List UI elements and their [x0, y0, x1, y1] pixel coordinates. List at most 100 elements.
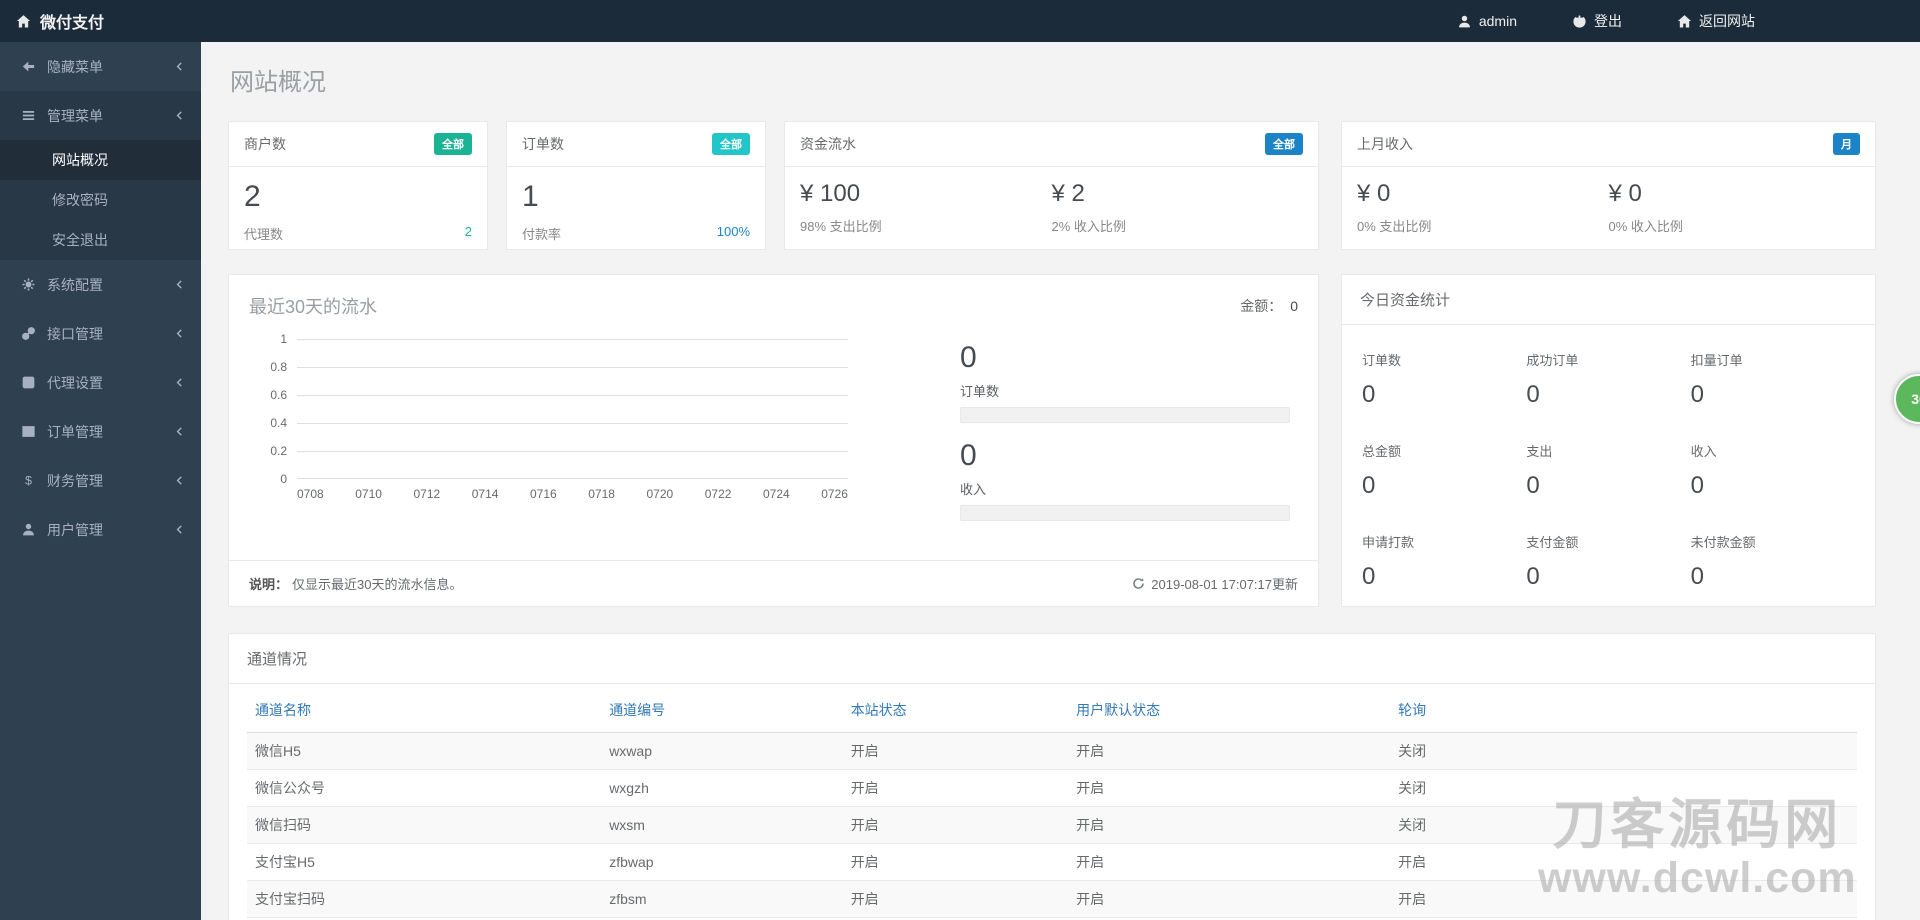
status-badge: 全部 — [434, 133, 472, 155]
home-icon — [1677, 14, 1692, 27]
sub-label: 代理数 — [244, 226, 284, 242]
sub-value: 2 — [464, 223, 472, 239]
cell-user-default-status: 开启 — [1068, 769, 1391, 807]
amount-label: 金额： — [1240, 298, 1283, 314]
status-badge: 全部 — [712, 133, 750, 155]
x-tick: 0724 — [763, 487, 790, 501]
stat-label: 未付款金额 — [1690, 535, 1756, 550]
sidebar-item-user-manage[interactable]: 用户管理 — [0, 505, 201, 554]
stat-cell: 订单数 0 — [1362, 333, 1526, 424]
sub-value: 100% — [716, 223, 750, 239]
orders-progress-bar — [960, 407, 1290, 423]
today-stats-panel: 今日资金统计 订单数 0 成功订单 0 扣量订单 0 总金额 0 支出 0 收入… — [1341, 274, 1876, 607]
sidebar-item-api-manage[interactable]: 接口管理 — [0, 309, 201, 358]
y-tick: 0.4 — [270, 416, 287, 430]
brand[interactable]: 微付支付 — [0, 9, 201, 33]
sidebar-item-hide-menu[interactable]: 隐藏菜单 — [0, 42, 201, 91]
sidebar-item-manage-menu[interactable]: 管理菜单 — [0, 91, 201, 140]
refresh-control[interactable]: 2019-08-01 17:07:17更新 — [1132, 574, 1298, 593]
refresh-icon — [1133, 578, 1145, 589]
sidebar-item-system-config[interactable]: 系统配置 — [0, 260, 201, 309]
cell-user-default-status: 开启 — [1068, 843, 1391, 881]
income-metric-value: 0 — [960, 439, 977, 472]
cell-channel-name: 支付宝H5 — [247, 843, 602, 881]
user-icon — [1458, 15, 1470, 27]
last-month-income-card: 上月收入 月 ¥ 0 0% 支出比例 ¥ 0 0% 收入比例 — [1341, 121, 1876, 250]
income-amount: ¥ 2 — [1051, 180, 1085, 207]
x-tick: 0718 — [588, 487, 615, 501]
back-to-site-label: 返回网站 — [1699, 13, 1755, 29]
page-title: 网站概况 — [230, 69, 326, 96]
income-amount: ¥ 0 — [1608, 180, 1642, 207]
card-title: 上月收入 — [1357, 136, 1413, 152]
amount-value: 0 — [1290, 298, 1298, 314]
channels-panel: 通道情况 通道名称 通道编号 本站状态 用户默认状态 轮询 微信H5 wxwap… — [228, 633, 1876, 920]
sidebar-item-label: 订单管理 — [47, 423, 103, 440]
cell-site-status: 开启 — [842, 732, 1069, 770]
cell-channel-code: zfbsm — [601, 880, 843, 918]
sidebar-subitem-site-overview[interactable]: 网站概况 — [0, 140, 201, 180]
funds-flow-card: 资金流水 全部 ¥ 100 98% 支出比例 ¥ 2 2% 收入比例 — [784, 121, 1319, 250]
username-label: admin — [1478, 13, 1517, 29]
y-tick: 0 — [280, 472, 287, 486]
note-label: 说明： — [249, 577, 289, 592]
stat-value: 0 — [1690, 381, 1705, 408]
sidebar-item-label: 隐藏菜单 — [47, 58, 103, 75]
flow-panel-title: 最近30天的流水 — [249, 297, 378, 317]
orders-metric-label: 订单数 — [960, 384, 1000, 399]
table-row: 微信H5 wxwap 开启 开启 关闭 — [247, 732, 1857, 770]
y-tick: 1 — [280, 332, 287, 346]
channels-table: 通道名称 通道编号 本站状态 用户默认状态 轮询 微信H5 wxwap 开启 开… — [247, 688, 1857, 920]
x-tick: 0722 — [704, 487, 732, 501]
chevron-left-icon — [174, 475, 185, 486]
back-to-site-button[interactable]: 返回网站 — [1677, 11, 1755, 31]
column-header-channel-name[interactable]: 通道名称 — [247, 688, 602, 733]
y-tick: 0.2 — [270, 444, 287, 458]
x-tick: 0714 — [471, 487, 499, 501]
card-title: 订单数 — [522, 136, 564, 152]
cell-polling: 关闭 — [1390, 732, 1857, 770]
sidebar-item-finance-manage[interactable]: $ 财务管理 — [0, 456, 201, 505]
stat-label: 订单数 — [1362, 353, 1402, 368]
sidebar-item-label: 代理设置 — [47, 374, 103, 391]
stat-cell: 申请打款 0 — [1362, 515, 1526, 606]
user-menu[interactable]: admin — [1457, 13, 1517, 29]
chevron-left-icon — [174, 279, 185, 290]
chart-y-axis: 1 0.8 0.6 0.4 0.2 0 — [253, 332, 297, 486]
stat-label: 总金额 — [1362, 444, 1402, 459]
stat-cell: 收入 0 — [1691, 424, 1855, 515]
x-tick: 0720 — [646, 487, 674, 501]
sidebar-group-manage: 管理菜单 网站概况 修改密码 安全退出 — [0, 91, 201, 260]
column-header-polling[interactable]: 轮询 — [1390, 688, 1857, 733]
x-tick: 0710 — [355, 487, 382, 501]
merchants-count: 2 — [244, 180, 261, 213]
sidebar-item-label: 管理菜单 — [47, 107, 103, 124]
chevron-left-icon — [174, 61, 185, 72]
sidebar-item-order-manage[interactable]: 订单管理 — [0, 407, 201, 456]
logout-button[interactable]: 登出 — [1572, 11, 1622, 31]
table-row: 微信公众号 wxgzh 开启 开启 关闭 — [247, 769, 1857, 807]
link-icon — [20, 326, 36, 341]
flow-panel: 最近30天的流水 金额： 0 1 0.8 0.6 0.4 0.2 0 0708 … — [228, 274, 1319, 607]
column-header-channel-code[interactable]: 通道编号 — [601, 688, 843, 733]
column-header-user-default-status[interactable]: 用户默认状态 — [1068, 688, 1391, 733]
stat-label: 扣量订单 — [1690, 353, 1743, 368]
subitem-label: 网站概况 — [52, 152, 108, 168]
y-tick: 0.8 — [270, 360, 287, 374]
status-badge: 全部 — [1265, 133, 1303, 155]
income-progress-bar — [960, 505, 1290, 521]
y-tick: 0.6 — [270, 388, 287, 402]
stat-label: 收入 — [1690, 444, 1717, 459]
flow-note: 说明： 仅显示最近30天的流水信息。 — [249, 574, 462, 593]
column-header-site-status[interactable]: 本站状态 — [842, 688, 1069, 733]
menu-icon — [20, 108, 36, 123]
sidebar-subitem-safe-exit[interactable]: 安全退出 — [0, 220, 201, 260]
cell-site-status: 开启 — [842, 769, 1069, 807]
table-row: 支付宝H5 zfbwap 开启 开启 开启 — [247, 843, 1857, 881]
sidebar-subitem-change-password[interactable]: 修改密码 — [0, 180, 201, 220]
sidebar-item-label: 系统配置 — [47, 276, 103, 293]
cell-channel-name: 微信H5 — [247, 732, 602, 770]
sidebar-item-label: 用户管理 — [47, 521, 103, 538]
main-content: 网站概况 商户数 全部 2 代理数 2 订单数 全部 1 付款率 100% 资金… — [201, 42, 1920, 920]
sidebar-item-agent-settings[interactable]: 代理设置 — [0, 358, 201, 407]
